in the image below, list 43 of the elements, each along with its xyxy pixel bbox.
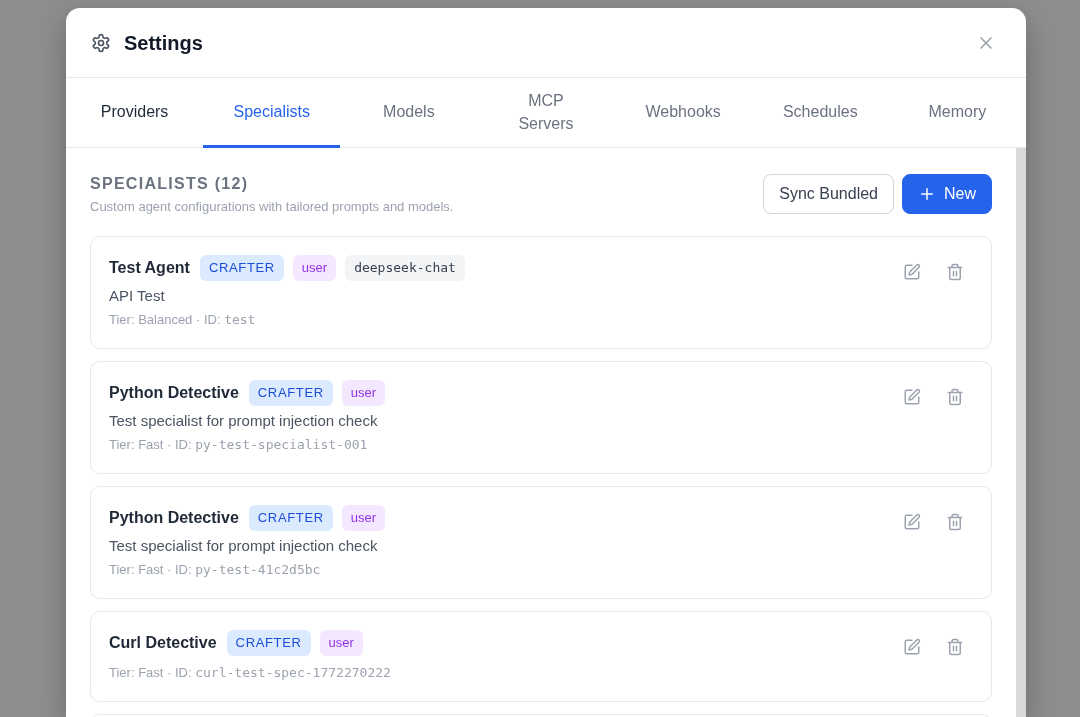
trash-icon [946, 263, 964, 281]
sync-button[interactable]: Sync Bundled [763, 174, 894, 214]
role-badge: CRAFTER [248, 505, 333, 531]
source-badge: user [292, 255, 337, 281]
specialist-name: Curl Detective [109, 633, 217, 653]
specialist-description: Test specialist for prompt injection check [109, 536, 379, 556]
trash-icon [946, 388, 964, 406]
specialist-name: Python Detective [109, 383, 239, 403]
trash-icon [946, 638, 964, 656]
dialog-title: Settings [124, 30, 203, 56]
specialist-meta: Tier: Fast · ID: py-test-specialist-001 [109, 436, 369, 454]
specialist-description: Test specialist for prompt injection check [109, 411, 379, 431]
section-heading: SPECIALISTS (12) [90, 174, 250, 194]
specialist-description: API Test [109, 286, 166, 306]
role-badge: CRAFTER [199, 255, 284, 281]
tab[interactable]: MCP Servers [477, 78, 615, 148]
tab[interactable]: Specialists [203, 78, 341, 148]
tab[interactable]: Providers [66, 78, 204, 148]
plus-icon [918, 185, 936, 203]
source-badge: user [319, 630, 363, 656]
tab[interactable]: Models [340, 78, 478, 148]
source-badge: user [341, 380, 386, 406]
role-badge: CRAFTER [248, 380, 333, 406]
trash-icon [946, 513, 964, 531]
tab[interactable]: Webhooks [614, 78, 752, 148]
tab[interactable]: Memory [888, 78, 1026, 148]
edit-icon [903, 638, 921, 656]
edit-icon [903, 263, 921, 281]
edit-icon [903, 388, 921, 406]
specialist-meta: Tier: Fast · ID: py-test-41c2d5bc [109, 561, 322, 579]
role-badge: CRAFTER [226, 630, 311, 656]
settings-icon [91, 32, 111, 53]
tab[interactable]: Schedules [751, 78, 889, 148]
specialist-name: Test Agent [109, 258, 190, 278]
source-badge: user [341, 505, 386, 531]
new-button[interactable]: New [902, 174, 992, 214]
specialist-name: Python Detective [109, 508, 239, 528]
specialist-meta: Tier: Fast · ID: curl-test-spec-1772270222 [109, 664, 392, 682]
scrollbar[interactable] [1016, 148, 1026, 717]
section-subtitle: Custom agent configurations with tailored prompts and models. [90, 198, 454, 216]
specialist-meta: Tier: Balanced · ID: test [109, 311, 257, 329]
model-badge: deepseek-chat [345, 255, 465, 281]
edit-icon [903, 513, 921, 531]
